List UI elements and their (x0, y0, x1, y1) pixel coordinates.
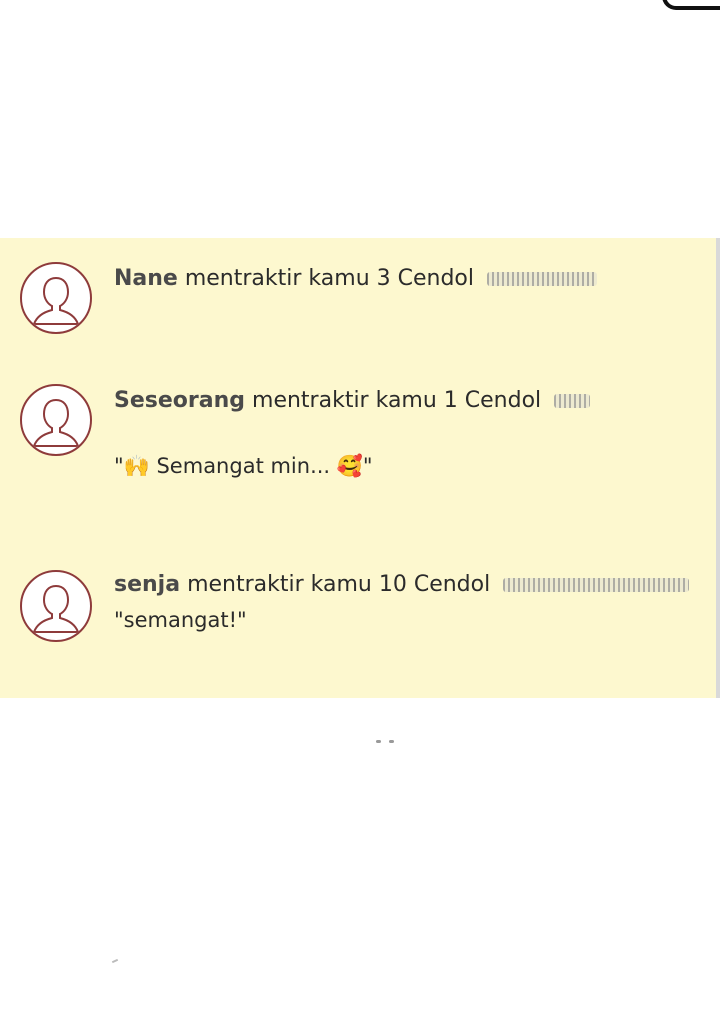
user-avatar[interactable] (20, 570, 92, 642)
notification-action: mentraktir kamu 10 Cendol (187, 572, 491, 597)
faint-marks (376, 728, 406, 743)
blurred-detail (554, 394, 591, 408)
default-user-avatar-icon (32, 584, 80, 633)
device-corner (662, 0, 720, 10)
notification-action: mentraktir kamu 3 Cendol (184, 266, 474, 291)
default-user-avatar-icon (32, 398, 80, 447)
user-avatar[interactable] (20, 384, 92, 456)
default-user-avatar-icon (32, 276, 80, 325)
notification-action: mentraktir kamu 1 Cendol (252, 388, 542, 413)
faint-mark (111, 958, 119, 964)
notification-message: "🙌 Semangat min... 🥰" (114, 454, 373, 478)
notification-text: Nane mentraktir kamu 3 Cendol (114, 266, 597, 291)
user-avatar[interactable] (20, 262, 92, 334)
blurred-detail (503, 578, 690, 592)
notification-text: senja mentraktir kamu 10 Cendol (114, 572, 690, 597)
panel-edge (716, 238, 720, 698)
sender-name[interactable]: Seseorang (114, 388, 245, 413)
notification-screen: Nane mentraktir kamu 3 Cendol Seseorang … (0, 0, 720, 1026)
sender-name[interactable]: Nane (114, 266, 178, 291)
sender-name[interactable]: senja (114, 572, 180, 597)
notification-message: "semangat!" (114, 608, 247, 632)
blurred-detail (487, 272, 597, 286)
notification-text: Seseorang mentraktir kamu 1 Cendol (114, 388, 591, 413)
